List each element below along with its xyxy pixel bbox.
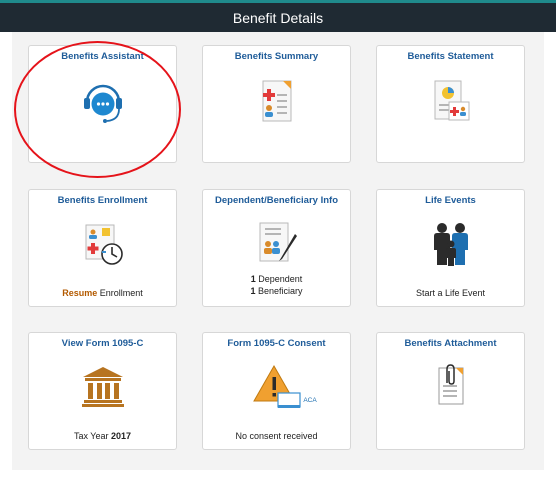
tile-title: Benefits Enrollment bbox=[57, 195, 148, 206]
enrollment-clock-icon bbox=[85, 224, 123, 265]
tile-title: View Form 1095-C bbox=[61, 338, 144, 349]
government-building-icon bbox=[81, 367, 124, 407]
benefits-summary-tile[interactable]: Benefits Summary bbox=[202, 45, 351, 163]
tax-year-label: Tax Year bbox=[73, 431, 109, 441]
paperclip-document-icon bbox=[438, 364, 463, 405]
tile-title: Benefits Summary bbox=[234, 51, 319, 62]
page-header: Benefit Details bbox=[0, 3, 556, 32]
life-event-text: Start a Life Event bbox=[415, 288, 486, 298]
dependent-count-line: 1 Dependent bbox=[203, 273, 350, 285]
consent-status: No consent received bbox=[235, 431, 318, 441]
tax-year-line: Tax Year 2017 bbox=[29, 430, 176, 442]
aca-badge-text: ACA bbox=[303, 397, 317, 404]
dependent-document-pen-icon bbox=[259, 222, 297, 262]
benefits-statement-tile[interactable]: Benefits Statement bbox=[376, 45, 525, 163]
benefits-enrollment-tile[interactable]: Benefits Enrollment Resume Enrollment bbox=[28, 189, 177, 307]
enrollment-label: Enrollment bbox=[99, 288, 143, 298]
tile-title: Benefits Attachment bbox=[404, 338, 497, 349]
dependent-label: Dependent bbox=[258, 274, 303, 284]
statement-document-icon bbox=[434, 80, 469, 121]
beneficiary-count-line: 1 Beneficiary bbox=[203, 285, 350, 297]
beneficiary-count: 1 bbox=[250, 286, 256, 296]
benefits-attachment-tile[interactable]: Benefits Attachment bbox=[376, 332, 525, 450]
life-events-tile[interactable]: Life Events Start a Life Event bbox=[376, 189, 525, 307]
tax-year-value: 2017 bbox=[111, 431, 132, 441]
page-title: Benefit Details bbox=[232, 9, 324, 26]
tile-title: Life Events bbox=[425, 195, 476, 206]
warning-aca-icon bbox=[252, 364, 301, 408]
family-icon bbox=[433, 223, 468, 266]
tile-title: Dependent/Beneficiary Info bbox=[215, 195, 338, 206]
red-highlight-circle bbox=[14, 41, 181, 178]
tile-title: Form 1095-C Consent bbox=[227, 338, 326, 349]
aca-badge: ACA bbox=[303, 397, 317, 404]
summary-document-icon bbox=[262, 80, 291, 122]
view-form-1095c-tile[interactable]: View Form 1095-C Tax Year 2017 bbox=[28, 332, 177, 450]
dependent-count: 1 bbox=[250, 274, 256, 284]
form-1095c-consent-tile[interactable]: Form 1095-C Consent ACA No consent recei… bbox=[202, 332, 351, 450]
beneficiary-label: Beneficiary bbox=[258, 286, 303, 296]
resume-label: Resume bbox=[62, 288, 98, 298]
enrollment-status: Resume Enrollment bbox=[29, 287, 176, 299]
dependent-beneficiary-tile[interactable]: Dependent/Beneficiary Info 1 Dependent 1… bbox=[202, 189, 351, 307]
tile-title: Benefits Statement bbox=[407, 51, 494, 62]
